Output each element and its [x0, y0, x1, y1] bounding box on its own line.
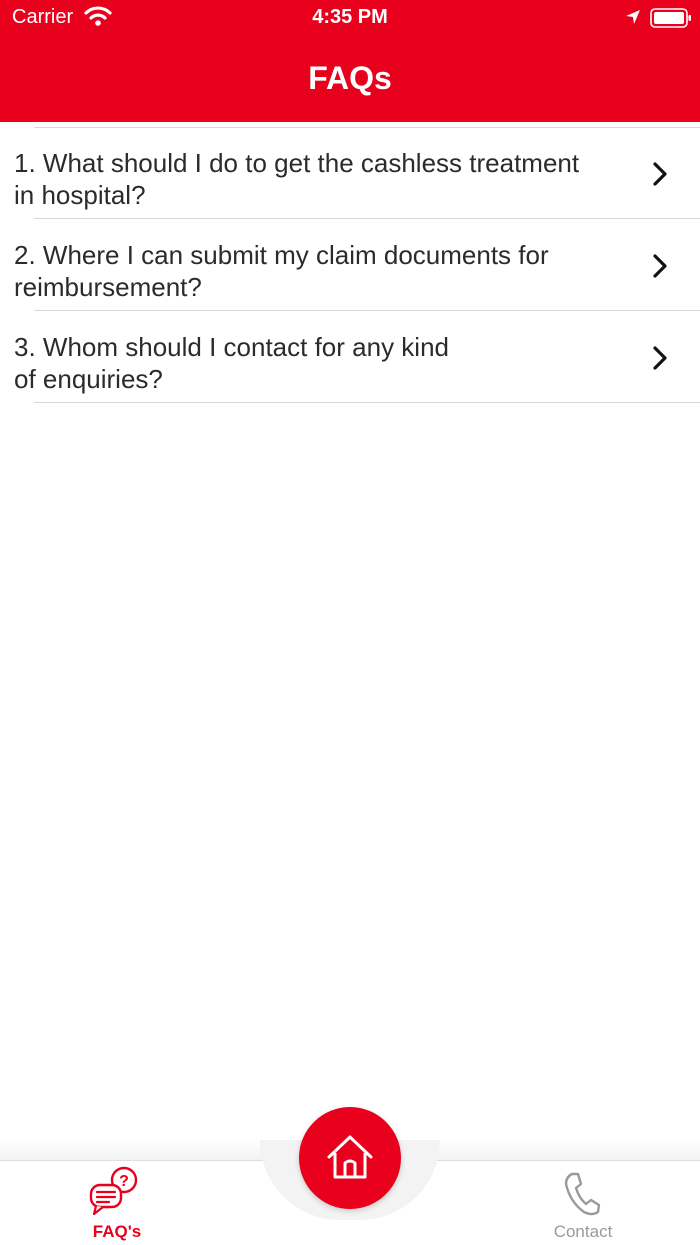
tab-faqs[interactable]: ? FAQ's: [60, 1166, 174, 1242]
location-arrow-icon: [624, 8, 642, 31]
home-button[interactable]: [299, 1107, 401, 1209]
chevron-right-icon: [650, 253, 670, 284]
svg-text:?: ?: [119, 1173, 129, 1190]
chevron-right-icon: [650, 345, 670, 376]
tab-contact-label: Contact: [553, 1222, 613, 1241]
app-header: Carrier 4:35 PM FAQs: [0, 0, 700, 122]
chevron-right-icon: [650, 161, 670, 192]
faq-item-2[interactable]: 2. Where I can submit my claim documents…: [0, 219, 700, 311]
faq-item-3[interactable]: 3. Whom should I contact for any kind of…: [0, 311, 700, 403]
faq-chat-icon: ?: [89, 1166, 138, 1216]
faq-item-1[interactable]: 1. What should I do to get the cashless …: [0, 127, 700, 219]
phone-icon: [564, 1172, 601, 1216]
faq-question: 2. Where I can submit my claim documents…: [14, 240, 549, 302]
battery-icon: [650, 8, 692, 33]
status-bar: Carrier 4:35 PM: [0, 0, 700, 36]
tab-contact[interactable]: Contact: [524, 1166, 642, 1242]
home-icon: [327, 1135, 373, 1179]
faq-question: 1. What should I do to get the cashless …: [14, 148, 580, 210]
tab-faqs-label: FAQ's: [92, 1222, 142, 1241]
faq-question: 3. Whom should I contact for any kind of…: [14, 332, 449, 394]
tab-bar: ? FAQ's Contact: [0, 1107, 700, 1245]
divider: [34, 402, 700, 403]
page-title: FAQs: [308, 60, 392, 96]
status-time: 4:35 PM: [312, 6, 388, 28]
